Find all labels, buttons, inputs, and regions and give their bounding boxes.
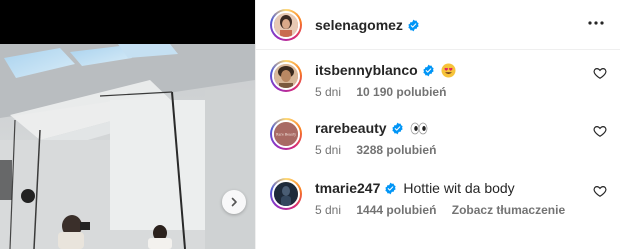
svg-text:Rare Beauty: Rare Beauty	[276, 133, 296, 137]
comment-username[interactable]: tmarie247	[315, 180, 380, 196]
comment-likes[interactable]: 1444 polubień	[356, 203, 436, 217]
comment-time[interactable]: 5 dni	[315, 85, 341, 99]
commenter-avatar[interactable]: Rare Beauty	[270, 118, 302, 150]
see-translation-link[interactable]: Zobacz tłumaczenie	[452, 203, 565, 217]
verified-icon	[423, 64, 434, 76]
eyes-emoji-icon	[410, 122, 427, 134]
commenter-avatar[interactable]	[270, 178, 302, 210]
author-avatar[interactable]	[270, 9, 302, 41]
comment-item: tmarie247 Hottie wit da body 5 dni 1444 …	[256, 178, 620, 238]
comments-panel: selenagomez itsbennyblanco 5 dni 10 190 …	[255, 0, 620, 249]
post-header: selenagomez	[256, 0, 620, 50]
comment-likes[interactable]: 10 190 polubień	[356, 85, 446, 99]
commenter-avatar[interactable]	[270, 60, 302, 92]
comment-username[interactable]: itsbennyblanco	[315, 62, 418, 78]
commenter-avatar-image: Rare Beauty	[274, 122, 298, 146]
post-photo-panel	[0, 0, 255, 249]
author-avatar-image	[274, 13, 298, 37]
like-heart-icon[interactable]	[593, 124, 607, 138]
carousel-next-button[interactable]	[222, 190, 246, 214]
comment-time[interactable]: 5 dni	[315, 203, 341, 217]
like-heart-icon[interactable]	[593, 66, 607, 80]
like-heart-icon[interactable]	[593, 184, 607, 198]
comment-item: Rare Beauty rarebeauty 5 dni 3288 polubi…	[256, 118, 620, 178]
verified-icon	[391, 122, 403, 134]
comment-username[interactable]: rarebeauty	[315, 120, 387, 136]
chevron-right-icon	[231, 197, 237, 207]
more-horizontal-icon	[588, 21, 604, 25]
comment-likes[interactable]: 3288 polubień	[356, 143, 436, 157]
verified-icon	[408, 19, 419, 32]
commenter-avatar-image	[274, 182, 298, 206]
post-photo	[0, 0, 255, 249]
comment-text: Hottie wit da body	[403, 180, 515, 196]
comment-item: itsbennyblanco 5 dni 10 190 polubień	[256, 60, 620, 120]
comment-time[interactable]: 5 dni	[315, 143, 341, 157]
verified-icon	[385, 182, 396, 194]
more-options-button[interactable]	[587, 14, 605, 32]
author-username[interactable]: selenagomez	[315, 17, 420, 33]
commenter-avatar-image	[274, 64, 298, 88]
heart-eyes-emoji-icon	[441, 63, 456, 77]
